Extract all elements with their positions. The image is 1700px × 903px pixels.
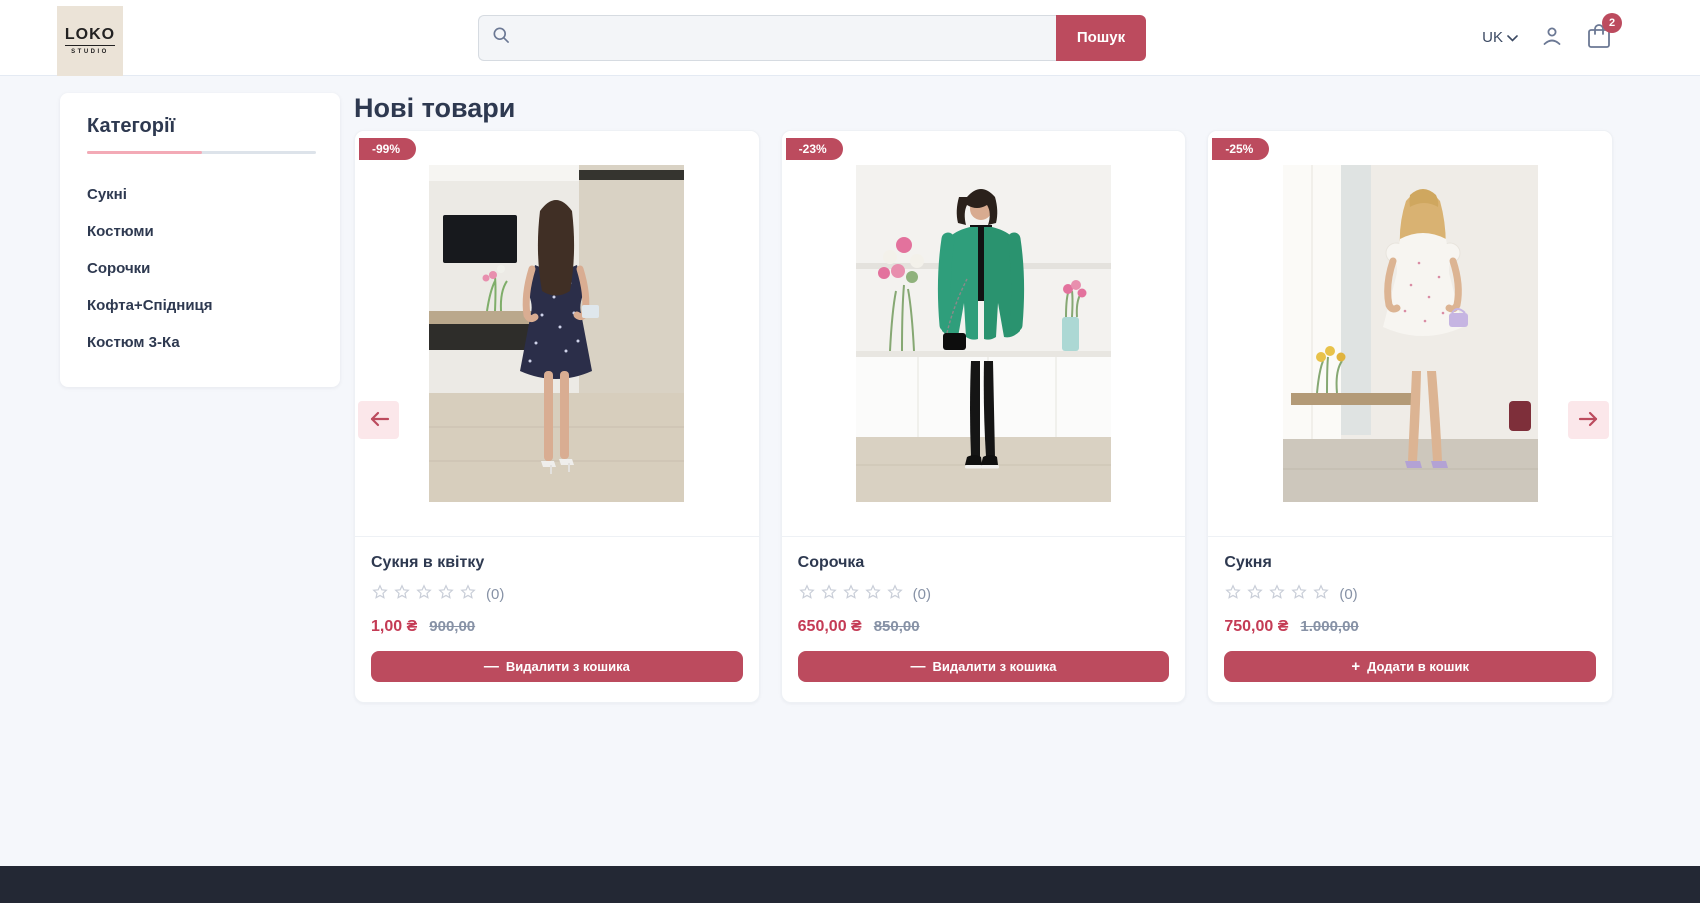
product-card: -99% (354, 130, 760, 703)
header-actions: UK 2 (1482, 22, 1612, 53)
footer (0, 866, 1700, 903)
current-price: 650,00 ₴ (798, 618, 862, 636)
arrow-left-icon (368, 411, 390, 430)
product-name[interactable]: Сукня (1224, 554, 1596, 572)
product-name[interactable]: Сорочка (798, 554, 1170, 572)
star-icon (415, 583, 433, 606)
product-grid: -99% (354, 130, 1613, 703)
sidebar-item-kostium-3ka[interactable]: Костюм 3-Ка (87, 324, 316, 361)
product-media: -99% (355, 131, 759, 536)
product-card: -25% (1207, 130, 1613, 703)
search-box[interactable] (478, 15, 1056, 61)
search-button[interactable]: Пошук (1056, 15, 1146, 61)
discount-badge: -23% (786, 138, 843, 160)
sidebar-item-sorochky[interactable]: Сорочки (87, 250, 316, 287)
account-button[interactable] (1540, 24, 1564, 51)
sidebar-item-sukni[interactable]: Сукні (87, 176, 316, 213)
language-selector[interactable]: UK (1482, 29, 1518, 46)
language-label: UK (1482, 29, 1503, 46)
content: Нові товари -99% (354, 93, 1613, 703)
minus-icon: — (910, 659, 925, 674)
old-price: 900,00 (429, 618, 475, 635)
user-icon (1540, 24, 1564, 51)
search-bar: Пошук (478, 15, 1146, 61)
old-price: 1.000,00 (1300, 618, 1358, 635)
product-rating: (0) (1224, 583, 1596, 606)
discount-badge: -99% (359, 138, 416, 160)
product-media: -25% (1208, 131, 1612, 536)
chevron-down-icon (1507, 29, 1518, 46)
product-card: -23% (781, 130, 1187, 703)
product-image[interactable] (856, 165, 1111, 502)
price-row: 650,00 ₴ 850,00 (798, 618, 1170, 636)
cta-label: Видалити з кошика (932, 659, 1056, 674)
price-row: 750,00 ₴ 1.000,00 (1224, 618, 1596, 636)
new-products-carousel: -99% (354, 130, 1613, 703)
plus-icon: + (1351, 659, 1360, 674)
star-icon (1312, 583, 1330, 606)
star-icon (864, 583, 882, 606)
discount-badge: -25% (1212, 138, 1269, 160)
product-info: Сорочка (0) 650,00 ₴ 850,00 (782, 536, 1186, 702)
star-icon (1224, 583, 1242, 606)
logo[interactable]: LOKO STUDIO (57, 6, 123, 76)
cart-button[interactable]: 2 (1586, 22, 1612, 53)
sidebar-item-kofta-spidnytsia[interactable]: Кофта+Спідниця (87, 287, 316, 324)
star-icon (1246, 583, 1264, 606)
product-name[interactable]: Сукня в квітку (371, 554, 743, 572)
remove-from-cart-button[interactable]: — Видалити з кошика (371, 651, 743, 682)
sidebar-item-kostiumy[interactable]: Костюми (87, 213, 316, 250)
star-icon (820, 583, 838, 606)
search-icon (491, 25, 511, 50)
star-icon (371, 583, 389, 606)
category-list: Сукні Костюми Сорочки Кофта+Спідниця Кос… (87, 176, 316, 361)
current-price: 1,00 ₴ (371, 618, 417, 636)
star-icon (437, 583, 455, 606)
price-row: 1,00 ₴ 900,00 (371, 618, 743, 636)
product-rating: (0) (371, 583, 743, 606)
star-icon (1290, 583, 1308, 606)
old-price: 850,00 (874, 618, 920, 635)
carousel-next-button[interactable] (1568, 401, 1609, 439)
current-price: 750,00 ₴ (1224, 618, 1288, 636)
arrow-right-icon (1578, 411, 1600, 430)
product-rating: (0) (798, 583, 1170, 606)
logo-text: LOKO (65, 26, 115, 46)
sidebar-title: Категорії (87, 115, 316, 138)
cta-label: Видалити з кошика (506, 659, 630, 674)
add-to-cart-button[interactable]: + Додати в кошик (1224, 651, 1596, 682)
cart-count-badge: 2 (1602, 13, 1622, 33)
product-image[interactable] (429, 165, 684, 502)
product-media: -23% (782, 131, 1186, 536)
minus-icon: — (484, 659, 499, 674)
product-image[interactable] (1283, 165, 1538, 502)
sidebar-divider (87, 151, 316, 154)
header: LOKO STUDIO Пошук UK 2 (0, 0, 1700, 76)
product-info: Сукня в квітку (0) 1,00 ₴ 900,00 (355, 536, 759, 702)
logo-subtext: STUDIO (71, 49, 109, 55)
star-icon (393, 583, 411, 606)
carousel-prev-button[interactable] (358, 401, 399, 439)
search-input[interactable] (519, 29, 1044, 46)
star-icon (798, 583, 816, 606)
product-info: Сукня (0) 750,00 ₴ 1.000,00 (1208, 536, 1612, 702)
page-title: Нові товари (354, 93, 1613, 124)
rating-count: (0) (913, 586, 931, 603)
rating-count: (0) (1339, 586, 1357, 603)
main-area: Категорії Сукні Костюми Сорочки Кофта+Сп… (0, 76, 1700, 866)
star-icon (842, 583, 860, 606)
rating-count: (0) (486, 586, 504, 603)
star-icon (459, 583, 477, 606)
categories-sidebar: Категорії Сукні Костюми Сорочки Кофта+Сп… (60, 93, 340, 387)
remove-from-cart-button[interactable]: — Видалити з кошика (798, 651, 1170, 682)
star-icon (1268, 583, 1286, 606)
cta-label: Додати в кошик (1367, 659, 1469, 674)
star-icon (886, 583, 904, 606)
